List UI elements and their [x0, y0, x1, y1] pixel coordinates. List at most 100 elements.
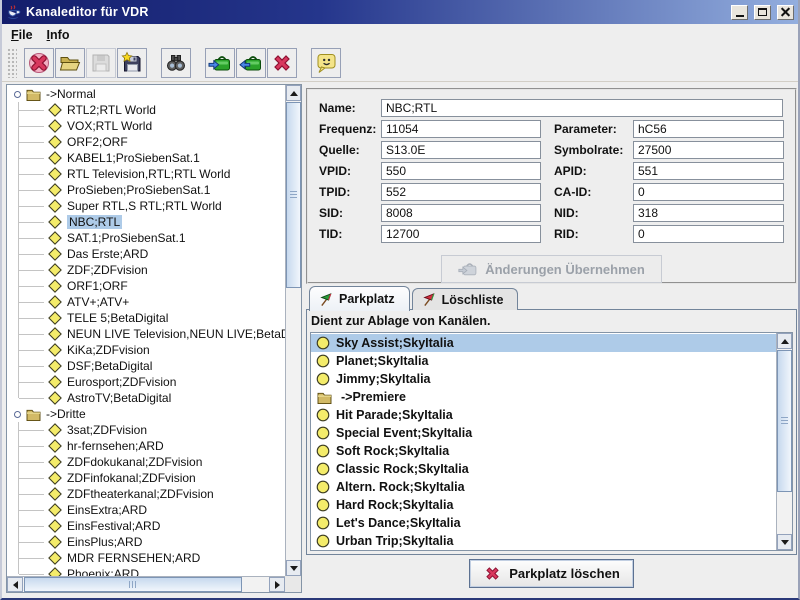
park-item-sky-assist-skyitalia[interactable]: Sky Assist;SkyItalia	[311, 334, 776, 352]
frequenz-field[interactable]	[381, 120, 541, 138]
tid-field[interactable]	[381, 225, 541, 243]
tree-item-nbc-rtl[interactable]: NBC;RTL	[7, 214, 285, 230]
scroll-down-button[interactable]	[777, 534, 792, 550]
tree-item-label: ATV+;ATV+	[67, 295, 129, 309]
tree-item-vox-rtl-world[interactable]: VOX;RTL World	[7, 118, 285, 134]
find-button[interactable]	[161, 48, 191, 78]
move-from-parkplatz-button[interactable]	[236, 48, 266, 78]
open-button[interactable]	[55, 48, 85, 78]
minimize-button[interactable]	[731, 5, 748, 20]
tree-item-super-rtl-s-rtl-rtl-world[interactable]: Super RTL,S RTL;RTL World	[7, 198, 285, 214]
tree-item-prosieben-prosiebensat-1[interactable]: ProSieben;ProSiebenSat.1	[7, 182, 285, 198]
park-item-planet-skyitalia[interactable]: Planet;SkyItalia	[311, 352, 776, 370]
park-item-altern-rock-skyitalia[interactable]: Altern. Rock;SkyItalia	[311, 478, 776, 496]
tree-item-neun-live-television-neun-live-betadigital[interactable]: NEUN LIVE Television,NEUN LIVE;BetaDigit…	[7, 326, 285, 342]
rid-field[interactable]	[633, 225, 784, 243]
tree-folder-dritte[interactable]: ->Dritte	[7, 406, 285, 422]
scroll-thumb[interactable]	[777, 350, 792, 492]
tree-item-astrotv-betadigital[interactable]: AstroTV;BetaDigital	[7, 390, 285, 406]
menu-file[interactable]: File	[9, 26, 39, 44]
delete-button[interactable]	[267, 48, 297, 78]
tree-item-orf2-orf[interactable]: ORF2;ORF	[7, 134, 285, 150]
tab-parkplatz[interactable]: Parkplatz	[309, 286, 410, 311]
park-item-special-event-skyitalia[interactable]: Special Event;SkyItalia	[311, 424, 776, 442]
tree-item-kika-zdfvision[interactable]: KiKa;ZDFvision	[7, 342, 285, 358]
scroll-thumb[interactable]	[286, 102, 301, 288]
tree-item-zdf-zdfvision[interactable]: ZDF;ZDFvision	[7, 262, 285, 278]
parkplatz-scrollbar[interactable]	[776, 333, 792, 550]
channel-diamond-icon	[48, 455, 62, 469]
tpid-field[interactable]	[381, 183, 541, 201]
symbolrate-field[interactable]	[633, 141, 784, 159]
tree-item-label: EinsPlus;ARD	[67, 535, 142, 549]
tree-item-einsfestival-ard[interactable]: EinsFestival;ARD	[7, 518, 285, 534]
tree-item-3sat-zdfvision[interactable]: 3sat;ZDFvision	[7, 422, 285, 438]
name-field[interactable]	[381, 99, 783, 117]
tree-item-einsplus-ard[interactable]: EinsPlus;ARD	[7, 534, 285, 550]
tree-item-zdfinfokanal-zdfvision[interactable]: ZDFinfokanal;ZDFvision	[7, 470, 285, 486]
tree-item-dsf-betadigital[interactable]: DSF;BetaDigital	[7, 358, 285, 374]
tree-item-mdr-fernsehen-ard[interactable]: MDR FERNSEHEN;ARD	[7, 550, 285, 566]
vpid-label: VPID:	[319, 164, 381, 178]
park-item-let-s-dance-skyitalia[interactable]: Let's Dance;SkyItalia	[311, 514, 776, 532]
tree-vertical-scrollbar[interactable]	[285, 85, 301, 576]
tree-item-label: AstroTV;BetaDigital	[67, 391, 171, 405]
park-item-hard-rock-skyitalia[interactable]: Hard Rock;SkyItalia	[311, 496, 776, 514]
tree-item-kabel1-prosiebensat-1[interactable]: KABEL1;ProSiebenSat.1	[7, 150, 285, 166]
scroll-down-button[interactable]	[286, 560, 301, 576]
tab-l-schliste[interactable]: Löschliste	[412, 288, 519, 310]
quelle-field[interactable]	[381, 141, 541, 159]
nid-field[interactable]	[633, 204, 784, 222]
save-icon	[89, 51, 113, 75]
tree-item-eurosport-zdfvision[interactable]: Eurosport;ZDFvision	[7, 374, 285, 390]
tree-item-zdfdokukanal-zdfvision[interactable]: ZDFdokukanal;ZDFvision	[7, 454, 285, 470]
scroll-up-button[interactable]	[286, 85, 301, 101]
scroll-up-button[interactable]	[777, 333, 792, 349]
scroll-right-button[interactable]	[269, 577, 285, 592]
delete-parkplatz-button[interactable]: Parkplatz löschen	[469, 559, 634, 588]
maximize-button[interactable]	[754, 5, 771, 20]
vpid-field[interactable]	[381, 162, 541, 180]
tree-item-orf1-orf[interactable]: ORF1;ORF	[7, 278, 285, 294]
sid-field[interactable]	[381, 204, 541, 222]
park-item-urban-trip-skyitalia[interactable]: Urban Trip;SkyItalia	[311, 532, 776, 550]
title-bar[interactable]: Kanaleditor für VDR	[2, 0, 798, 24]
channel-circle-icon	[316, 534, 330, 548]
tree-item-einsextra-ard[interactable]: EinsExtra;ARD	[7, 502, 285, 518]
tree-horizontal-scrollbar[interactable]	[7, 576, 285, 592]
park-item-hit-parade-skyitalia[interactable]: Hit Parade;SkyItalia	[311, 406, 776, 424]
apply-changes-button[interactable]: Änderungen Übernehmen	[441, 255, 662, 283]
scroll-thumb[interactable]	[24, 577, 242, 592]
scroll-left-button[interactable]	[7, 577, 23, 592]
menu-info[interactable]: Info	[45, 26, 76, 44]
tree-item-rtl-television-rtl-rtl-world[interactable]: RTL Television,RTL;RTL World	[7, 166, 285, 182]
tree-item-zdftheaterkanal-zdfvision[interactable]: ZDFtheaterkanal;ZDFvision	[7, 486, 285, 502]
toolbar-grip[interactable]	[7, 48, 17, 78]
tree-item-sat-1-prosiebensat-1[interactable]: SAT.1;ProSiebenSat.1	[7, 230, 285, 246]
park-item-classic-rock-skyitalia[interactable]: Classic Rock;SkyItalia	[311, 460, 776, 478]
tree-folder-normal[interactable]: ->Normal	[7, 86, 285, 102]
park-item-soft-rock-skyitalia[interactable]: Soft Rock;SkyItalia	[311, 442, 776, 460]
save-button[interactable]	[86, 48, 116, 78]
move-to-parkplatz-button[interactable]	[205, 48, 235, 78]
park-folder-premiere[interactable]: ->Premiere	[311, 388, 776, 406]
tree-item-tele-5-betadigital[interactable]: TELE 5;BetaDigital	[7, 310, 285, 326]
tree-item-label: VOX;RTL World	[67, 119, 152, 133]
save-as-button[interactable]	[117, 48, 147, 78]
close-button[interactable]	[777, 5, 794, 20]
exit-button[interactable]	[24, 48, 54, 78]
tree-item-hr-fernsehen-ard[interactable]: hr-fernsehen;ARD	[7, 438, 285, 454]
ca-id-field[interactable]	[633, 183, 784, 201]
expand-knob-icon[interactable]	[14, 91, 21, 98]
parameter-field[interactable]	[633, 120, 784, 138]
tree-item-das-erste-ard[interactable]: Das Erste;ARD	[7, 246, 285, 262]
info-button[interactable]	[311, 48, 341, 78]
expand-knob-icon[interactable]	[14, 411, 21, 418]
find-icon	[164, 51, 188, 75]
tree-item-rtl2-rtl-world[interactable]: RTL2;RTL World	[7, 102, 285, 118]
window-title: Kanaleditor für VDR	[26, 5, 725, 19]
apid-field[interactable]	[633, 162, 784, 180]
tree-item-atv-atv[interactable]: ATV+;ATV+	[7, 294, 285, 310]
tree-item-phoenix-ard[interactable]: Phoenix;ARD	[7, 566, 285, 576]
park-item-jimmy-skyitalia[interactable]: Jimmy;SkyItalia	[311, 370, 776, 388]
